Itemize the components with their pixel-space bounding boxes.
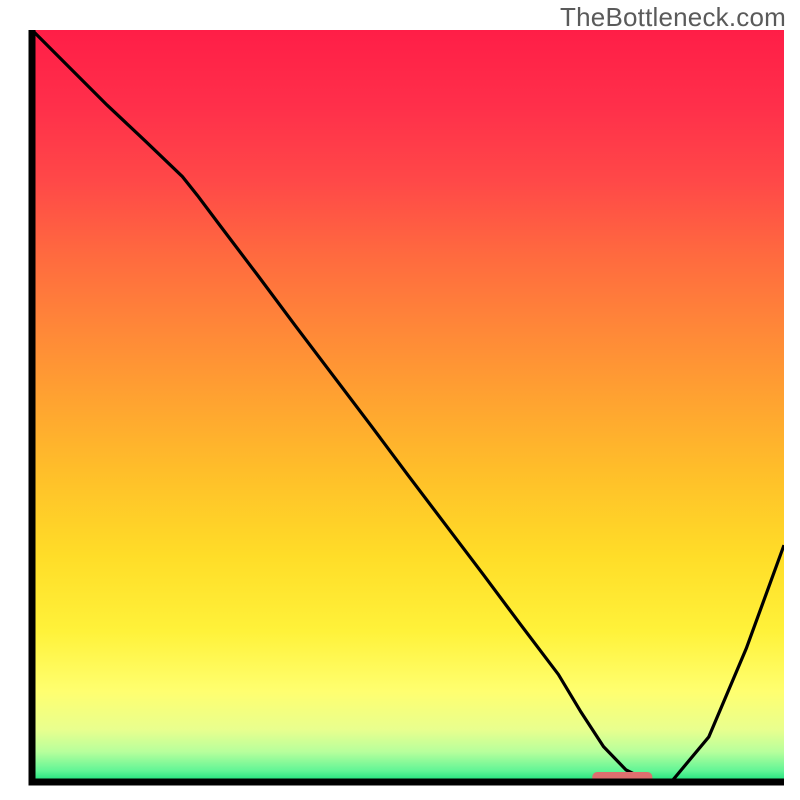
plot-background [32, 30, 784, 782]
watermark-text: TheBottleneck.com [560, 2, 786, 33]
chart-frame: TheBottleneck.com [0, 0, 800, 800]
bottleneck-chart [0, 0, 800, 800]
